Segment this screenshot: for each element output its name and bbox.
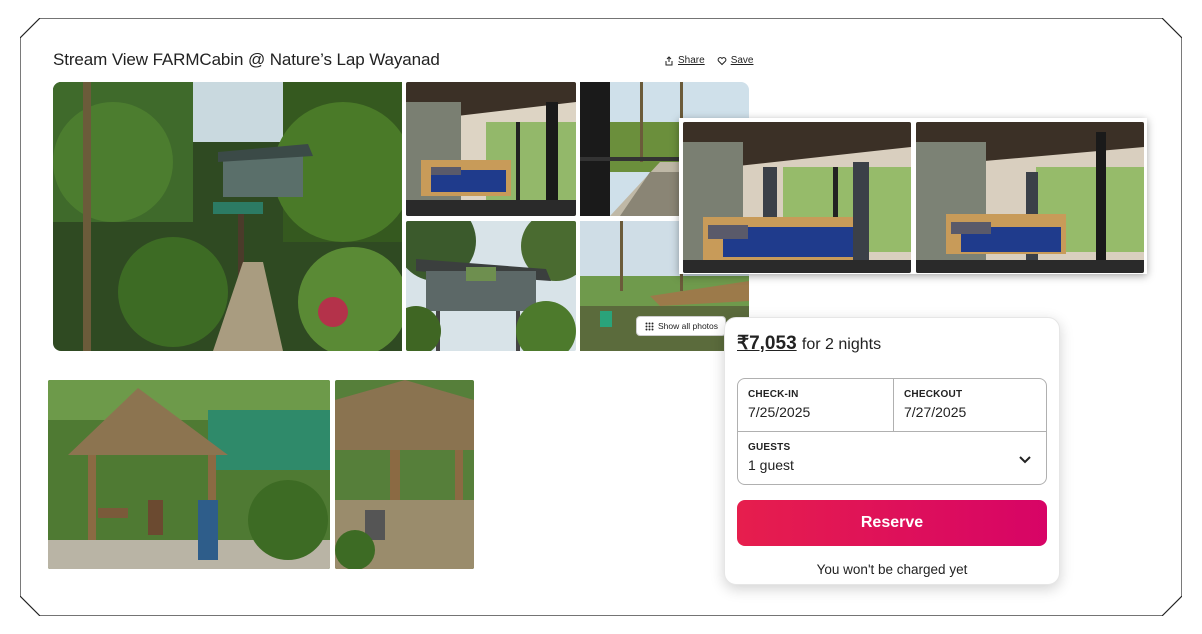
- popup-photo-bedroom-1[interactable]: [683, 122, 911, 273]
- save-label: Save: [730, 55, 754, 66]
- checkin-value: 7/25/2025: [748, 404, 811, 420]
- guests-label: GUESTS: [748, 442, 791, 453]
- share-label: Share: [678, 55, 705, 66]
- booking-card: ₹7,053 for 2 nights CHECK-IN 7/25/2025 C…: [724, 317, 1060, 585]
- photo-cabin-exterior[interactable]: [406, 221, 576, 351]
- photo-thatched-hut-1[interactable]: [48, 380, 330, 569]
- share-button[interactable]: Share: [664, 55, 705, 66]
- checkin-label: CHECK-IN: [748, 389, 799, 400]
- main-photo-cabin[interactable]: [53, 82, 402, 351]
- save-button[interactable]: Save: [717, 55, 754, 66]
- popup-photo-bedroom-2[interactable]: [916, 122, 1144, 273]
- price-suffix: for 2 nights: [801, 336, 882, 353]
- chevron-down-icon[interactable]: [1018, 452, 1032, 466]
- listing-actions: Share Save: [664, 55, 753, 66]
- show-all-label: Show all photos: [658, 321, 719, 331]
- not-charged-note: You won't be charged yet: [816, 562, 968, 577]
- photo-bedroom-1[interactable]: [406, 82, 576, 216]
- dates-guests-box: CHECK-IN 7/25/2025 CHECKOUT 7/27/2025 GU…: [737, 378, 1047, 485]
- checkout-value: 7/27/2025: [904, 404, 967, 420]
- share-icon: [665, 55, 673, 65]
- checkout-field[interactable]: CHECKOUT 7/27/2025: [904, 389, 966, 420]
- photo-thatched-hut-2[interactable]: [335, 380, 474, 569]
- grid-icon: [645, 322, 654, 330]
- price-amount[interactable]: ₹7,053: [737, 333, 797, 354]
- guests-field[interactable]: GUESTS 1 guest: [748, 442, 794, 473]
- heart-icon: [717, 56, 727, 65]
- reserve-button[interactable]: Reserve: [737, 500, 1047, 546]
- price-line: ₹7,053 for 2 nights: [737, 332, 881, 355]
- listing-title: Stream View FARMCabin @ Nature’s Lap Way…: [53, 50, 440, 69]
- field-divider: [893, 379, 894, 431]
- checkin-field[interactable]: CHECK-IN 7/25/2025: [748, 389, 810, 420]
- row-divider: [738, 431, 1046, 432]
- checkout-label: CHECKOUT: [904, 389, 963, 400]
- guests-value: 1 guest: [748, 457, 794, 473]
- show-all-photos-button[interactable]: Show all photos: [636, 316, 726, 336]
